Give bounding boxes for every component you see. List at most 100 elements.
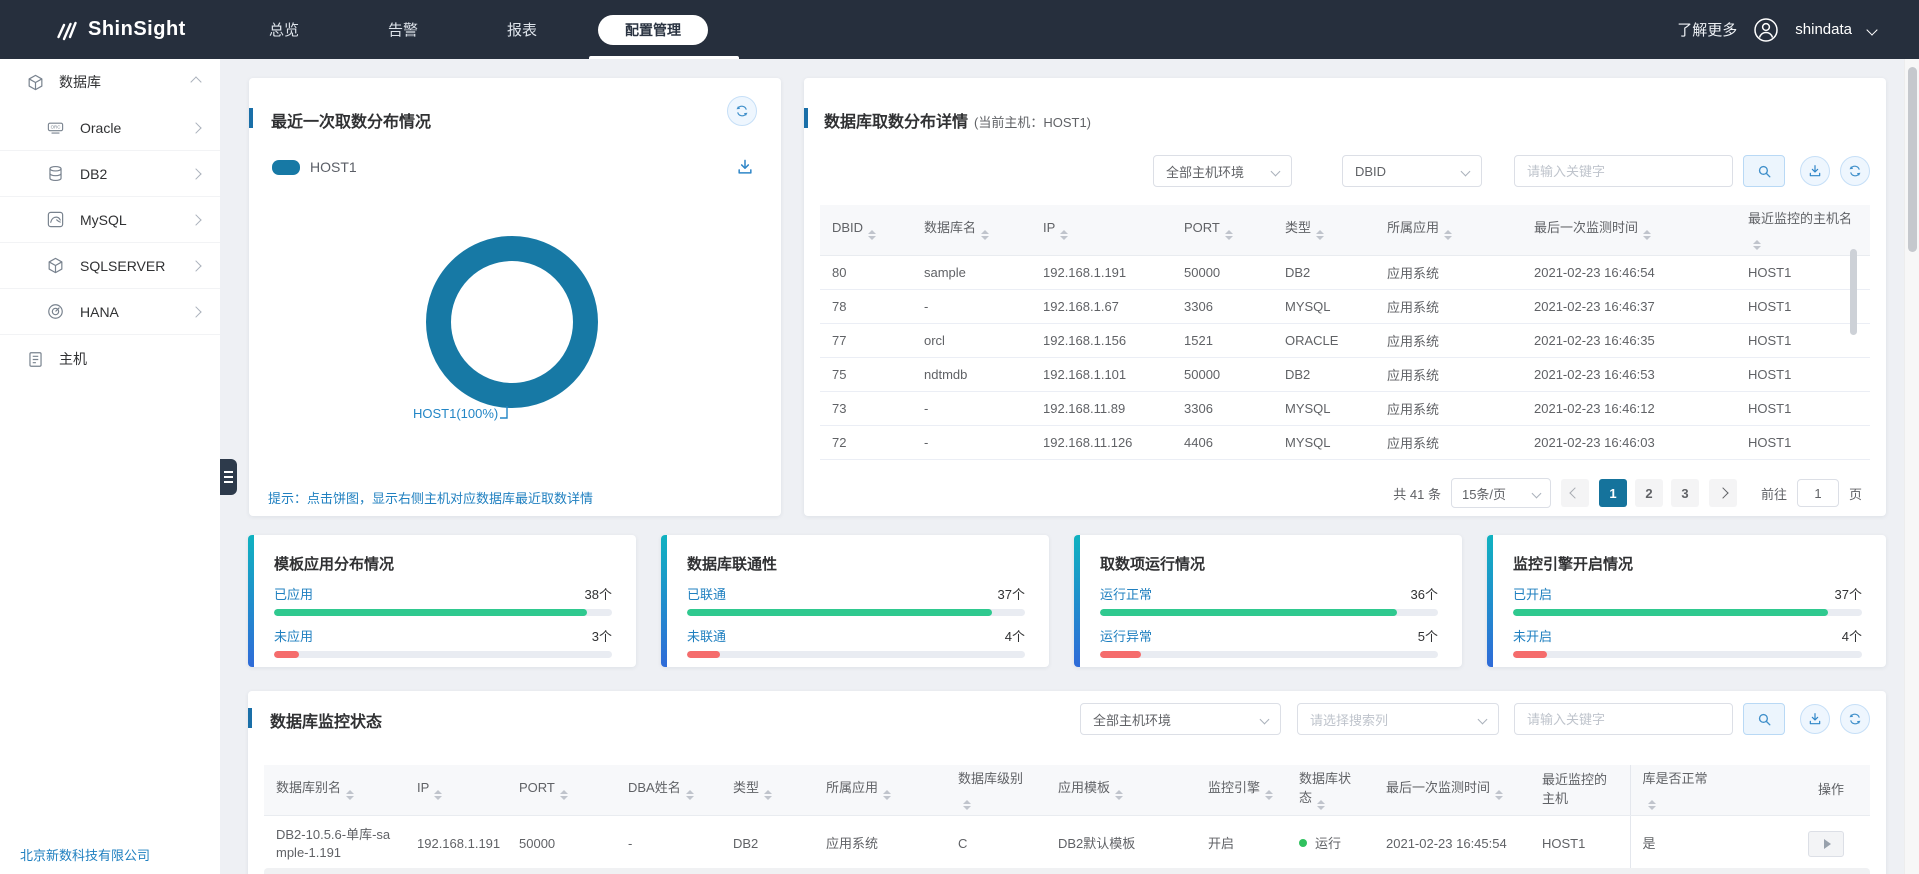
column-header-DBA姓名[interactable]: DBA姓名 — [616, 765, 721, 815]
search-column-select[interactable]: DBID — [1342, 155, 1482, 187]
sidebar-item-数据库[interactable]: 数据库 — [0, 59, 220, 105]
legend-label: HOST1 — [310, 159, 357, 175]
column-header-数据库别名[interactable]: 数据库别名 — [264, 765, 405, 815]
column-header-库是否正常[interactable]: 库是否正常 — [1630, 765, 1732, 815]
sort-icon[interactable] — [868, 230, 876, 240]
page-button-1[interactable]: 1 — [1599, 479, 1627, 507]
sort-icon[interactable] — [1115, 790, 1123, 800]
page-size-select[interactable]: 15条/页 — [1451, 478, 1551, 508]
sort-icon[interactable] — [1648, 800, 1656, 810]
horizontal-scrollbar[interactable] — [264, 868, 1870, 874]
column-header-IP[interactable]: IP — [1031, 205, 1172, 255]
table-cell: 192.168.1.156 — [1031, 323, 1172, 357]
column-header-DBID[interactable]: DBID — [820, 205, 912, 255]
column-header-所属应用[interactable]: 所属应用 — [1375, 205, 1522, 255]
sort-icon[interactable] — [1444, 230, 1452, 240]
table-cell: 2021-02-23 16:46:54 — [1522, 255, 1736, 289]
nav-item-总览[interactable]: 总览 — [269, 19, 299, 40]
column-header-PORT[interactable]: PORT — [1172, 205, 1273, 255]
column-header-类型[interactable]: 类型 — [721, 765, 814, 815]
sidebar-item-DB2[interactable]: DB2 — [0, 151, 220, 197]
column-header-IP[interactable]: IP — [405, 765, 507, 815]
sort-icon[interactable] — [764, 790, 772, 800]
page-scrollbar-thumb[interactable] — [1908, 67, 1917, 252]
sort-icon[interactable] — [1753, 240, 1761, 250]
search-column-select[interactable]: 请选择搜索列 — [1297, 703, 1499, 735]
column-header-数据库状态[interactable]: 数据库状态 — [1287, 765, 1374, 815]
search-button[interactable] — [1743, 155, 1785, 187]
host-env-select[interactable]: 全部主机环境 — [1080, 703, 1281, 735]
sort-icon[interactable] — [963, 800, 971, 810]
sort-icon[interactable] — [1265, 790, 1273, 800]
next-page-button[interactable] — [1709, 479, 1737, 507]
monitor-card: 数据库监控状态 全部主机环境 请选择搜索列 数据库别名IPPORTDBA姓名类型… — [248, 691, 1886, 874]
refresh-button[interactable] — [727, 96, 757, 126]
sort-icon[interactable] — [434, 790, 442, 800]
refresh-button[interactable] — [1840, 156, 1870, 186]
sort-icon[interactable] — [686, 790, 694, 800]
nav-item-报表[interactable]: 报表 — [507, 19, 537, 40]
username[interactable]: shindata — [1795, 21, 1852, 38]
column-header-数据库级别[interactable]: 数据库级别 — [946, 765, 1046, 815]
table-cell: 4406 — [1172, 425, 1273, 459]
column-header-最近监控的主机名[interactable]: 最近监控的主机名 — [1736, 205, 1870, 255]
sidebar-item-主机[interactable]: 主机 — [0, 335, 220, 383]
stat-row: 已开启37个 — [1513, 584, 1862, 603]
progress-fill — [687, 651, 720, 658]
table-cell: 1521 — [1172, 323, 1273, 357]
search-button[interactable] — [1743, 703, 1785, 735]
user-menu-chevron-icon[interactable] — [1866, 24, 1877, 35]
sort-icon[interactable] — [346, 790, 354, 800]
nav-item-配置管理[interactable]: 配置管理 — [598, 15, 708, 45]
db2-icon — [46, 164, 65, 183]
stat-card-title: 取数项运行情况 — [1100, 553, 1438, 574]
avatar[interactable] — [1753, 17, 1779, 43]
prev-page-button[interactable] — [1561, 479, 1589, 507]
sort-icon[interactable] — [1316, 230, 1324, 240]
keyword-input[interactable] — [1514, 155, 1733, 187]
total-count: 共 41 条 — [1393, 484, 1441, 503]
sort-icon[interactable] — [1643, 230, 1651, 240]
column-header-类型[interactable]: 类型 — [1273, 205, 1375, 255]
sidebar-item-Oracle[interactable]: ORCOracle — [0, 105, 220, 151]
nav-item-告警[interactable]: 告警 — [388, 19, 418, 40]
sort-icon[interactable] — [1225, 230, 1233, 240]
column-header-所属应用[interactable]: 所属应用 — [814, 765, 946, 815]
page-button-2[interactable]: 2 — [1635, 479, 1663, 507]
company-link[interactable]: 北京新数科技有限公司 — [20, 845, 150, 864]
column-header-监控引擎[interactable]: 监控引擎 — [1196, 765, 1287, 815]
sort-icon[interactable] — [560, 790, 568, 800]
sidebar-collapse-handle[interactable] — [220, 459, 237, 495]
sort-icon[interactable] — [1495, 790, 1503, 800]
column-header-最后一次监测时间[interactable]: 最后一次监测时间 — [1374, 765, 1530, 815]
host-env-select[interactable]: 全部主机环境 — [1153, 155, 1292, 187]
pagination: 共 41 条 15条/页 123 前往 页 — [1393, 478, 1862, 508]
goto-page-input[interactable] — [1797, 479, 1839, 507]
table-scrollbar-thumb[interactable] — [1850, 249, 1857, 335]
donut-chart[interactable] — [426, 236, 598, 408]
legend-item-host1[interactable]: HOST1 — [272, 159, 357, 175]
column-header-PORT[interactable]: PORT — [507, 765, 616, 815]
column-header-应用模板[interactable]: 应用模板 — [1046, 765, 1196, 815]
chevron-right-icon — [190, 306, 201, 317]
sort-icon[interactable] — [883, 790, 891, 800]
refresh-button[interactable] — [1840, 704, 1870, 734]
download-icon[interactable] — [735, 157, 755, 177]
column-header-最后一次监测时间[interactable]: 最后一次监测时间 — [1522, 205, 1736, 255]
sort-icon[interactable] — [1060, 230, 1068, 240]
sidebar-item-MySQL[interactable]: MySQL — [0, 197, 220, 243]
label-connector-line — [500, 405, 512, 421]
sort-icon[interactable] — [981, 230, 989, 240]
progress-bar — [1513, 609, 1862, 616]
export-button[interactable] — [1800, 156, 1830, 186]
export-button[interactable] — [1800, 704, 1830, 734]
row-expand-button[interactable] — [1808, 831, 1844, 857]
sidebar-item-HANA[interactable]: HANA — [0, 289, 220, 335]
sidebar-item-SQLSERVER[interactable]: SQLSERVER — [0, 243, 220, 289]
learn-more-link[interactable]: 了解更多 — [1677, 19, 1737, 40]
keyword-input[interactable] — [1514, 703, 1733, 735]
page-button-3[interactable]: 3 — [1671, 479, 1699, 507]
column-header-数据库名[interactable]: 数据库名 — [912, 205, 1031, 255]
table-cell: 72 — [820, 425, 912, 459]
sort-icon[interactable] — [1317, 800, 1325, 810]
